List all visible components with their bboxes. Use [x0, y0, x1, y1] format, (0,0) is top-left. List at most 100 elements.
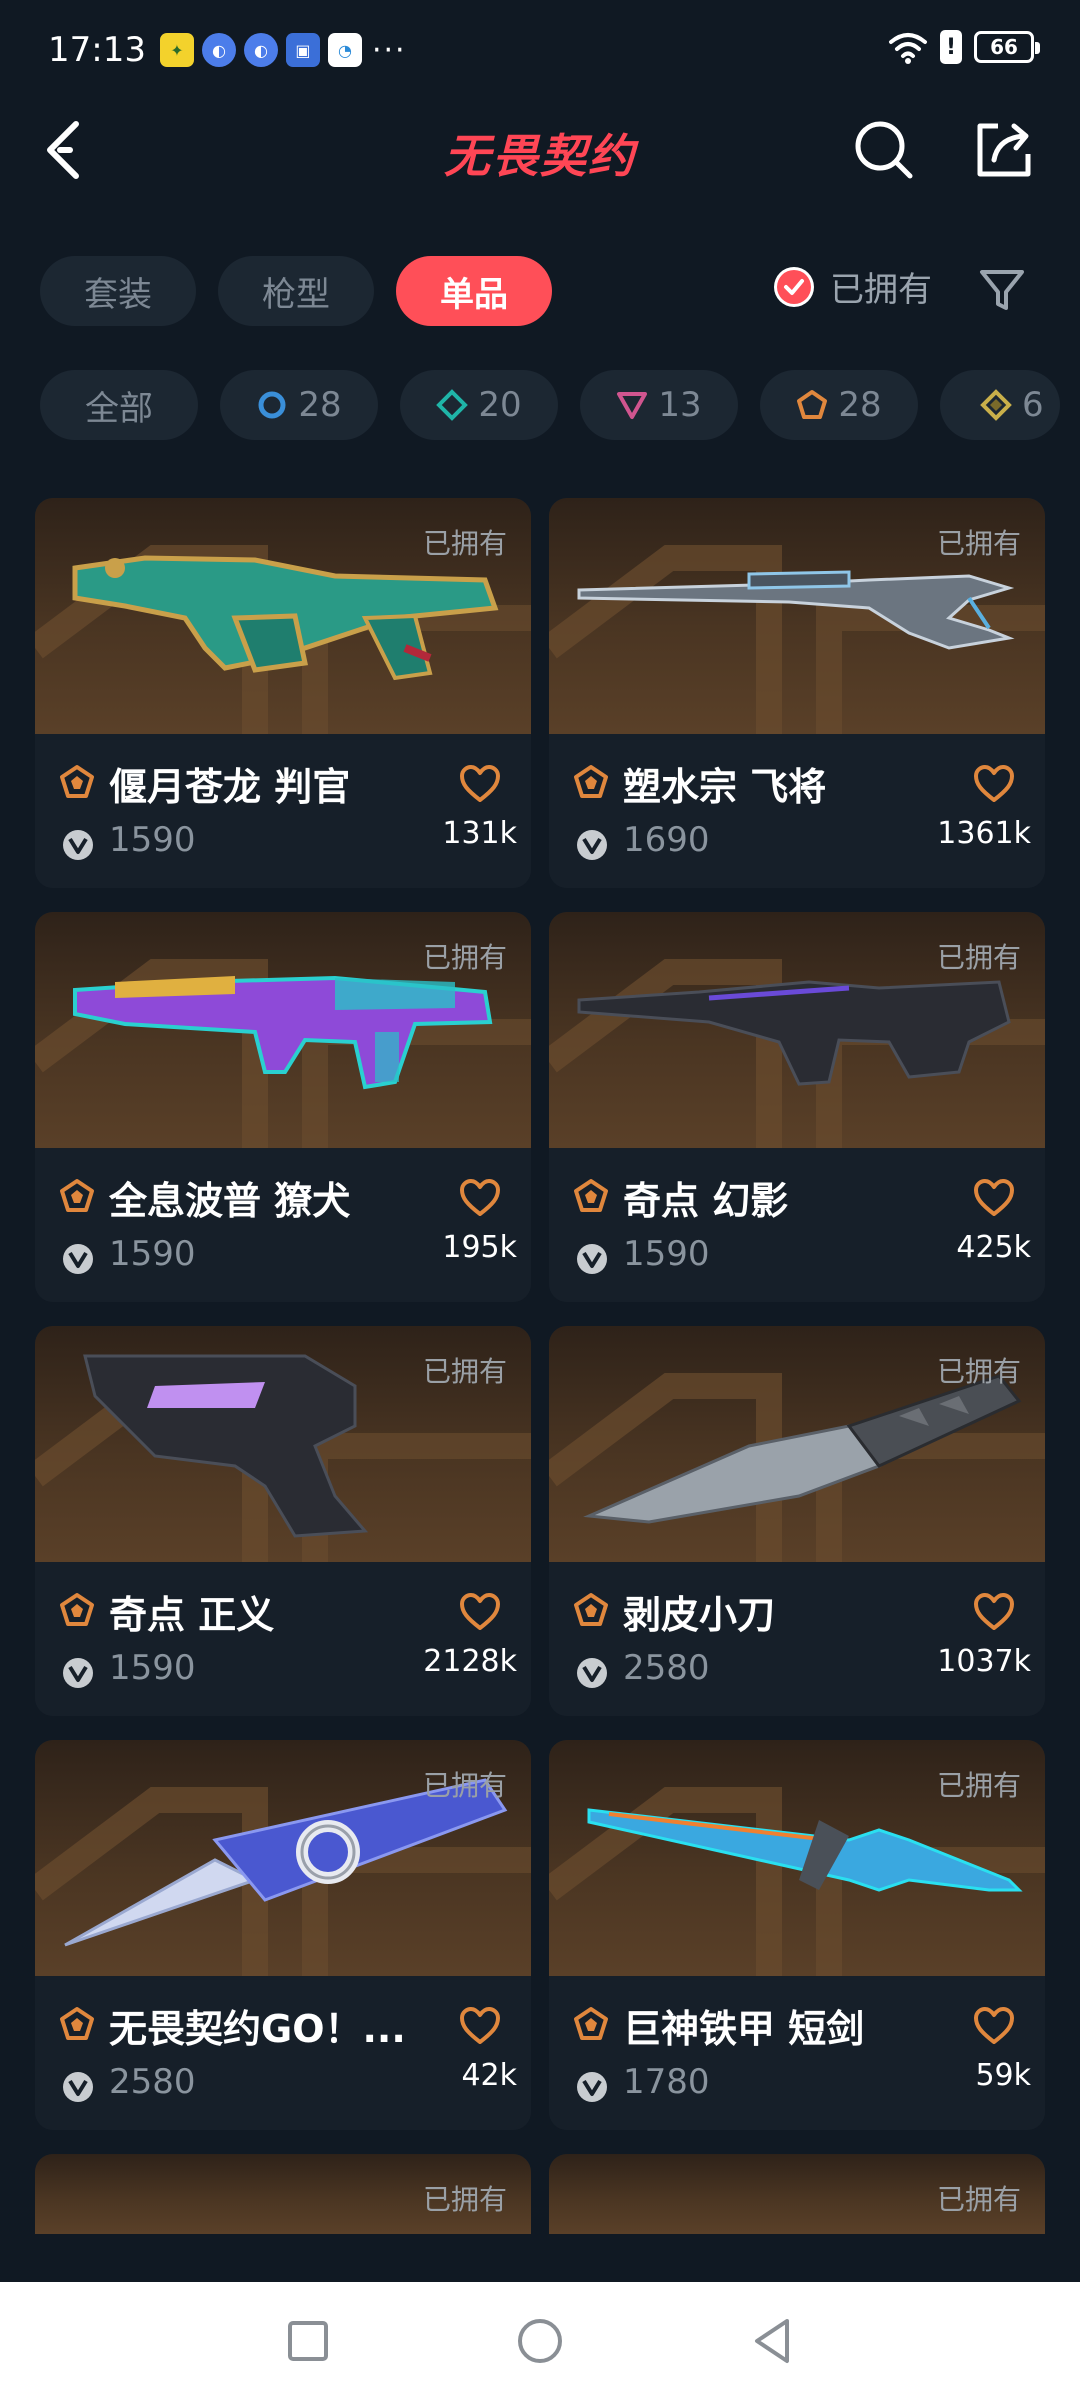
tab-weapon-types[interactable]: 枪型: [218, 256, 374, 326]
pay-notification-icon: ▣: [285, 33, 320, 67]
item-likes: 425k: [956, 1230, 1031, 1265]
item-name: 剥皮小刀: [623, 1593, 776, 1637]
item-price: 1590: [623, 1234, 710, 1274]
item-likes: 195k: [442, 1230, 517, 1265]
chat-notification-icon: ◔: [327, 33, 362, 67]
item-price: 1690: [623, 820, 710, 860]
tier-orange-pentagon-icon: [574, 765, 608, 798]
heart-icon[interactable]: [973, 764, 1015, 804]
owned-filter-toggle[interactable]: 已拥有: [774, 262, 932, 311]
battery-level: 66: [990, 35, 1018, 59]
item-info: 无畏契约GO！... 2580 42k: [35, 1976, 531, 2130]
item-price: 2580: [623, 1648, 710, 1688]
item-price: 1590: [109, 820, 196, 860]
chip-count: 20: [478, 385, 522, 425]
item-info: 偃月苍龙 判官 1590 131k: [35, 734, 531, 888]
item-card[interactable]: 已拥有 无畏契约GO！... 2580 42k: [35, 1740, 531, 2130]
item-image: 已拥有: [549, 912, 1045, 1148]
heart-icon[interactable]: [459, 764, 501, 804]
chip-all-label: 全部: [85, 388, 153, 429]
heart-icon[interactable]: [459, 2006, 501, 2046]
chip-count: 13: [658, 385, 702, 425]
chip-tier-premium[interactable]: 13: [580, 370, 738, 440]
owned-badge: 已拥有: [936, 941, 1021, 974]
item-likes: 2128k: [423, 1644, 517, 1679]
tab-sets[interactable]: 套装: [40, 256, 196, 326]
item-card[interactable]: 已拥有 偃月苍龙 判官 1590 131k: [35, 498, 531, 888]
vp-currency-icon: [63, 830, 93, 860]
item-card[interactable]: 已拥有 全息波普 獠犬 1590 195k: [35, 912, 531, 1302]
chip-tier-select[interactable]: 28: [220, 370, 378, 440]
browser-notification-icon: ◐: [201, 33, 236, 67]
item-info: 剥皮小刀 2580 1037k: [549, 1562, 1045, 1716]
tier-orange-pentagon-icon: [574, 1593, 608, 1626]
status-bar: 17:13 ✦ ◐ ◐ ▣ ◔ ··· ! 66: [0, 0, 1080, 100]
owned-badge: 已拥有: [936, 527, 1021, 560]
item-card[interactable]: 已拥有: [35, 2154, 531, 2234]
item-card[interactable]: 已拥有 剥皮小刀 2580 1037k: [549, 1326, 1045, 1716]
chip-tier-ultra[interactable]: 6: [940, 370, 1060, 440]
heart-icon[interactable]: [459, 1178, 501, 1218]
tier-filter-chips: 全部 28 20 13 28 6: [40, 370, 1060, 440]
item-image: 已拥有: [549, 1740, 1045, 1976]
heart-icon[interactable]: [459, 1592, 501, 1632]
item-image: 已拥有: [35, 1740, 531, 1976]
item-image: 已拥有: [35, 1326, 531, 1562]
recent-apps-icon[interactable]: [273, 2306, 343, 2376]
item-card[interactable]: 已拥有: [549, 2154, 1045, 2234]
vp-currency-icon: [577, 2072, 607, 2102]
item-likes: 131k: [442, 816, 517, 851]
tier-blue-ring-icon: [258, 391, 286, 419]
item-image: 已拥有: [549, 498, 1045, 734]
tier-orange-pentagon-icon: [797, 390, 828, 419]
status-time: 17:13: [48, 30, 146, 70]
item-name: 偃月苍龙 判官: [109, 765, 351, 809]
category-tabs: 套装 枪型 单品: [40, 256, 552, 326]
tier-teal-diamond-icon: [436, 389, 469, 421]
item-image: 已拥有: [35, 498, 531, 734]
item-name: 塑水宗 飞将: [623, 765, 827, 809]
item-name: 奇点 正义: [109, 1593, 275, 1637]
item-card[interactable]: 已拥有 巨神铁甲 短剑 1780 59k: [549, 1740, 1045, 2130]
tier-gold-diamond-icon: [980, 389, 1012, 421]
owned-filter-label: 已拥有: [830, 270, 932, 310]
owned-badge: 已拥有: [936, 1355, 1021, 1388]
share-icon[interactable]: [972, 118, 1036, 182]
owned-badge: 已拥有: [422, 2183, 507, 2216]
owned-badge: 已拥有: [422, 1355, 507, 1388]
chip-all[interactable]: 全部: [40, 370, 198, 440]
item-card[interactable]: 已拥有 奇点 幻影 1590 425k: [549, 912, 1045, 1302]
heart-icon[interactable]: [973, 1592, 1015, 1632]
owned-badge: 已拥有: [936, 1769, 1021, 1802]
chip-count: 28: [838, 385, 882, 425]
home-icon[interactable]: [505, 2306, 575, 2376]
item-info: 奇点 幻影 1590 425k: [549, 1148, 1045, 1302]
chip-tier-exclusive[interactable]: 28: [760, 370, 918, 440]
heart-icon[interactable]: [973, 2006, 1015, 2046]
item-likes: 42k: [461, 2058, 517, 2093]
tier-orange-pentagon-icon: [574, 2007, 608, 2040]
item-card[interactable]: 已拥有 塑水宗 飞将 1690 1361k: [549, 498, 1045, 888]
chip-tier-deluxe[interactable]: 20: [400, 370, 558, 440]
owned-badge: 已拥有: [936, 2183, 1021, 2216]
vp-currency-icon: [577, 1658, 607, 1688]
back-nav-icon[interactable]: [737, 2306, 807, 2376]
item-info: 巨神铁甲 短剑 1780 59k: [549, 1976, 1045, 2130]
page-title: 无畏契约: [444, 129, 636, 183]
item-info: 奇点 正义 1590 2128k: [35, 1562, 531, 1716]
owned-badge: 已拥有: [422, 1769, 507, 1802]
vp-currency-icon: [63, 1658, 93, 1688]
filter-icon[interactable]: [978, 266, 1026, 314]
owned-badge: 已拥有: [422, 941, 507, 974]
tier-orange-pentagon-icon: [60, 765, 94, 798]
item-name: 全息波普 獠犬: [109, 1179, 351, 1223]
vp-currency-icon: [577, 830, 607, 860]
item-card[interactable]: 已拥有 奇点 正义 1590 2128k: [35, 1326, 531, 1716]
item-info: 全息波普 獠犬 1590 195k: [35, 1148, 531, 1302]
tab-single-items[interactable]: 单品: [396, 256, 552, 326]
heart-icon[interactable]: [973, 1178, 1015, 1218]
search-icon[interactable]: [852, 118, 916, 182]
vp-currency-icon: [63, 1244, 93, 1274]
chip-count: 28: [298, 385, 342, 425]
item-name: 巨神铁甲 短剑: [623, 2007, 865, 2051]
